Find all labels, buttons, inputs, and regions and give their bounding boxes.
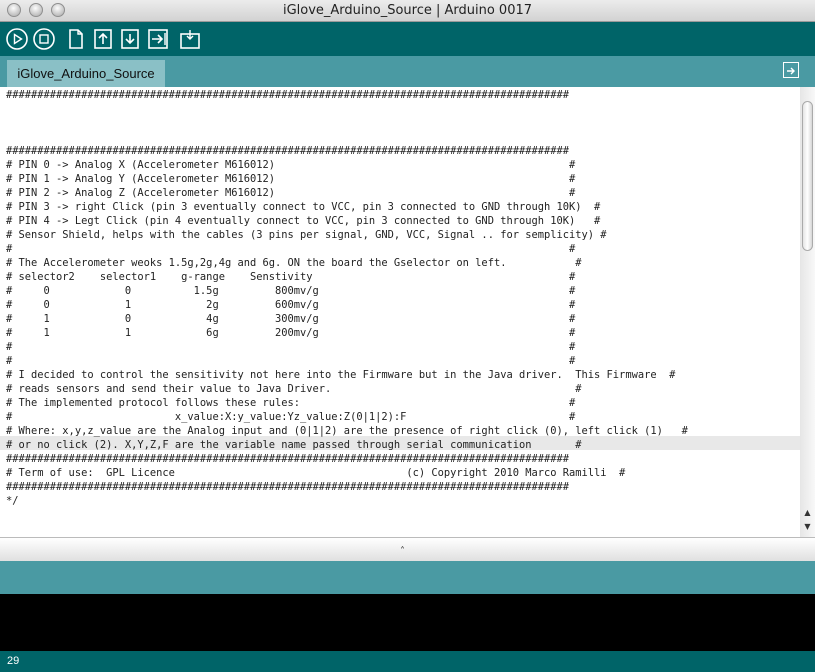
code-line: # 1 0 4g 300mv/g # [6,313,576,325]
code-line: # # [6,341,576,353]
tab-menu-arrow-icon [787,67,795,75]
divider-handle-icon[interactable]: ˄ [400,546,405,557]
stop-icon [33,28,55,50]
code-line: # I decided to control the sensitivity n… [6,369,676,381]
window-titlebar: iGlove_Arduino_Source | Arduino 0017 [0,0,815,22]
code-line: # # [6,355,576,367]
serial-monitor-button[interactable] [178,27,202,51]
code-line: # PIN 1 -> Analog Y (Accelerometer M6160… [6,173,576,185]
code-line: # Where: x,y,z_value are the Analog inpu… [6,425,688,437]
tab-iglove-arduino-source[interactable]: iGlove_Arduino_Source [7,60,165,87]
code-line: */ [6,495,19,507]
tab-bar: iGlove_Arduino_Source [0,56,815,87]
message-area [0,561,815,594]
line-number: 29 [7,655,20,667]
code-line: ########################################… [6,481,570,493]
code-line: # x_value:X:y_value:Yz_value:Z(0|1|2):F … [6,411,576,423]
upload-button[interactable] [146,27,170,51]
scroll-down-arrow-icon[interactable]: ▼ [800,521,815,533]
stop-button[interactable] [32,27,56,51]
verify-icon [6,28,28,50]
code-line: # 1 1 6g 200mv/g # [6,327,576,339]
code-line: # selector2 selector1 g-range Senstivity… [6,271,576,283]
code-line: # PIN 2 -> Analog Z (Accelerometer M6160… [6,187,576,199]
code-line: # 0 0 1.5g 800mv/g # [6,285,576,297]
code-line: # # [6,243,576,255]
scrollbar-thumb[interactable] [802,101,813,251]
tab-menu-button[interactable] [783,62,799,78]
open-button[interactable] [91,27,115,51]
code-line: # PIN 4 -> Legt Click (pin 4 eventually … [6,215,601,227]
toolbar [0,22,815,56]
new-button[interactable] [64,27,88,51]
code-line: # reads sensors and send their value to … [6,383,582,395]
editor-vertical-scrollbar[interactable]: ▲ ▼ [800,87,815,537]
window-title: iGlove_Arduino_Source | Arduino 0017 [282,3,533,18]
status-bar: 29 [0,651,815,672]
code-line: # Sensor Shield, helps with the cables (… [6,229,607,241]
code-line: # 0 1 2g 600mv/g # [6,299,576,311]
code-line: # The Accelerometer weoks 1.5g,2g,4g and… [6,257,582,269]
code-editor[interactable]: ########################################… [0,87,800,537]
code-line: ########################################… [6,453,570,465]
save-icon [121,29,139,49]
code-line: ########################################… [6,89,570,101]
verify-button[interactable] [5,27,29,51]
new-icon [69,29,83,49]
serial-monitor-icon [180,30,200,49]
split-divider[interactable]: ˄ [0,537,815,561]
scroll-up-arrow-icon[interactable]: ▲ [800,507,815,519]
code-line: # or no click (2). X,Y,Z,F are the varia… [6,439,582,451]
code-line: ########################################… [6,145,570,157]
code-line: # Term of use: GPL Licence (c) Copyright… [6,467,626,479]
upload-icon [148,29,168,49]
save-button[interactable] [118,27,142,51]
code-line: # The implemented protocol follows these… [6,397,576,409]
code-line: # PIN 0 -> Analog X (Accelerometer M6160… [6,159,576,171]
console-output [0,594,815,651]
open-icon [94,29,112,49]
code-line: # PIN 3 -> right Click (pin 3 eventually… [6,201,601,213]
